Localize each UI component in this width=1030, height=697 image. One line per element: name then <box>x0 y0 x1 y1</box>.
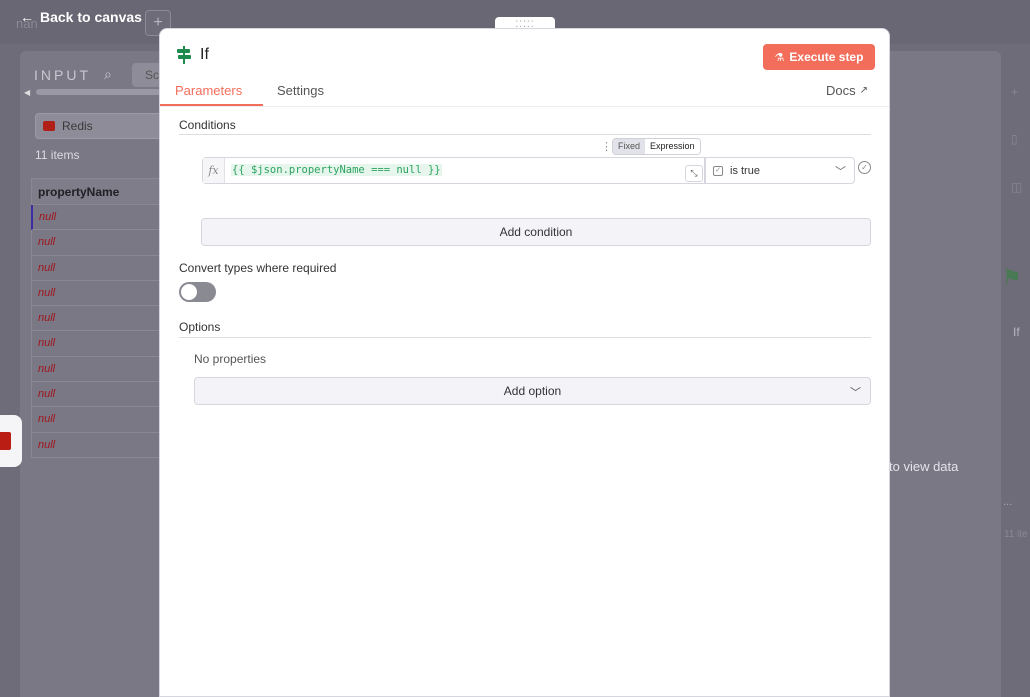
docs-link[interactable]: Docs ↗ <box>826 83 868 98</box>
output-panel <box>889 51 1001 697</box>
redis-icon <box>43 121 55 131</box>
search-icon[interactable]: ⌕ <box>104 66 112 83</box>
node-title: If <box>200 46 209 63</box>
conditions-label: Conditions <box>179 118 236 132</box>
modal-header: If ⚗ Execute step Parameters Settings Do… <box>160 29 889 107</box>
options-label: Options <box>179 320 221 334</box>
back-to-canvas-link[interactable]: ← Back to canvas <box>20 9 142 25</box>
redis-node[interactable] <box>0 415 22 467</box>
fx-icon: fx <box>203 158 225 183</box>
input-panel: INPUT ⌕ Sc ◀ Redis 11 items propertyName… <box>20 51 180 697</box>
expand-expression-icon[interactable]: ⤡ <box>685 165 703 182</box>
execute-step-button[interactable]: ⚗ Execute step <box>763 44 875 70</box>
table-cell: null <box>31 432 180 458</box>
checkbox-icon: ✓ <box>713 166 723 176</box>
column-header: propertyName <box>31 178 180 205</box>
table-cell: null <box>31 255 180 281</box>
expression-text[interactable]: {{ $json.propertyName === null }} <box>231 164 442 176</box>
table-cell: null <box>31 230 180 256</box>
add-condition-label: Add condition <box>499 225 573 239</box>
add-condition-button[interactable]: Add condition <box>201 218 871 246</box>
divider <box>179 134 871 135</box>
condition-expression-input[interactable]: fx {{ $json.propertyName === null }} ⤡ <box>202 157 705 184</box>
add-option-label: Add option <box>503 384 562 398</box>
fixed-expression-toggle[interactable]: Fixed Expression <box>612 138 701 155</box>
more-icon[interactable]: ... <box>1003 496 1012 508</box>
no-properties-text: No properties <box>194 352 267 366</box>
arrow-left-icon: ← <box>20 9 34 25</box>
tab-settings[interactable]: Settings <box>277 83 324 98</box>
drag-dots-icon[interactable]: ⋮ <box>601 140 612 153</box>
table-cell: null <box>31 407 180 433</box>
sticky-note-icon[interactable]: ▯ <box>1011 132 1025 146</box>
operator-value: is true <box>730 165 760 177</box>
table-cell: null <box>31 331 180 357</box>
table-cell: null <box>31 280 180 307</box>
toggle-knob <box>181 284 197 300</box>
signpost-icon <box>177 46 191 64</box>
table-cell: null <box>31 205 180 231</box>
input-panel-title: INPUT <box>34 67 91 83</box>
execute-step-label: Execute step <box>789 50 864 64</box>
node-details-modal: If ⚗ Execute step Parameters Settings Do… <box>159 28 890 697</box>
convert-types-label: Convert types where required <box>179 261 337 275</box>
active-tab-indicator <box>160 104 263 106</box>
mode-fixed[interactable]: Fixed <box>613 139 646 154</box>
source-node-name: Redis <box>62 119 93 133</box>
add-option-button[interactable]: Add option ﹀ <box>194 377 871 405</box>
remove-condition-icon[interactable]: ✓ <box>858 161 871 174</box>
item-count: 11 items <box>35 148 80 162</box>
redis-icon <box>0 432 11 450</box>
flask-icon: ⚗ <box>774 51 785 64</box>
horizontal-scrollbar[interactable]: ◀ <box>24 88 180 97</box>
table-cell: null <box>31 306 180 332</box>
scroll-left-icon[interactable]: ◀ <box>24 88 30 97</box>
table-cell: null <box>31 356 180 383</box>
operator-select[interactable]: ✓ is true ﹀ <box>705 157 855 184</box>
external-link-icon: ↗ <box>859 85 869 96</box>
docs-label: Docs <box>826 83 856 98</box>
chevron-down-icon: ﹀ <box>835 166 846 178</box>
if-node-label: If <box>1013 325 1020 339</box>
input-data-table: propertyName null null null null null nu… <box>31 178 180 458</box>
if-node-icon[interactable]: ⚑ <box>1002 265 1030 299</box>
chevron-down-icon: ﹀ <box>850 387 861 399</box>
mode-expression[interactable]: Expression <box>645 139 700 154</box>
convert-types-toggle[interactable] <box>179 282 216 302</box>
divider <box>179 337 871 338</box>
back-to-canvas-label: Back to canvas <box>40 9 142 25</box>
output-hint-text: to view data <box>889 459 959 474</box>
plus-icon[interactable]: + <box>1011 85 1025 99</box>
output-item-count: 11 ite <box>1004 529 1028 540</box>
panel-icon[interactable]: ◫ <box>1011 180 1025 194</box>
table-cell: null <box>31 382 180 408</box>
tab-parameters[interactable]: Parameters <box>175 83 242 98</box>
